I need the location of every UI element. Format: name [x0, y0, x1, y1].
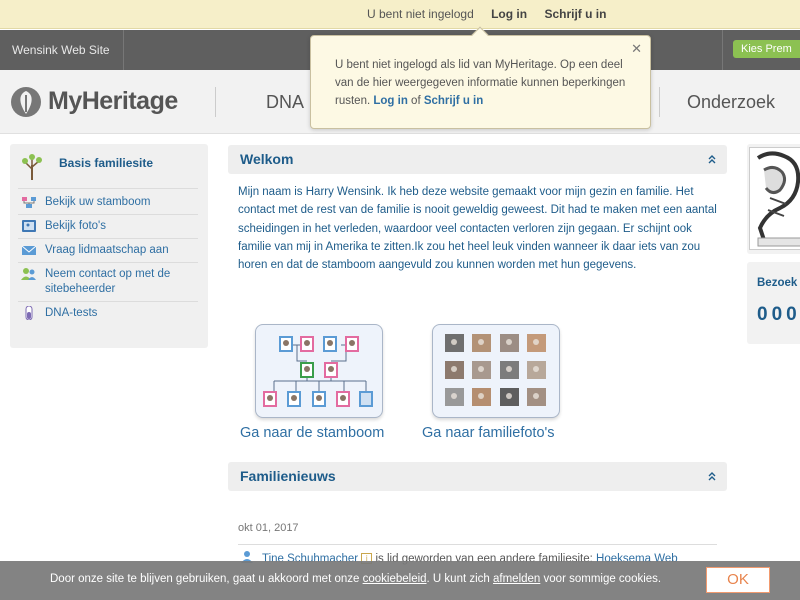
sidebar: Basis familiesite Bekijk uw stamboom Bek… [10, 144, 208, 348]
family-crest-box [747, 144, 800, 254]
welcome-text: Mijn naam is Harry Wensink. Ik heb deze … [238, 186, 717, 272]
cookie-message: Door onze site te blijven gebruiken, gaa… [50, 573, 661, 585]
divider [18, 301, 198, 302]
myheritage-logo[interactable]: MyHeritage [10, 86, 178, 118]
visitors-label: Bezoek [757, 277, 798, 289]
tree-icon [22, 154, 42, 180]
sidebar-item-label: Bekijk uw stamboom [45, 196, 151, 208]
popup-signup-link[interactable]: Schrijf u in [424, 95, 483, 107]
cookie-text: Door onze site te blijven gebruiken, gaa… [50, 573, 363, 585]
signup-link[interactable]: Schrijf u in [544, 7, 606, 21]
sidebar-item-label: Bekijk foto's [45, 220, 106, 232]
login-status: U bent niet ingelogd [367, 7, 474, 21]
collapse-icon[interactable] [706, 470, 718, 482]
site-name-link[interactable]: Wensink Web Site [0, 30, 124, 70]
myheritage-logo-icon [11, 87, 41, 117]
crest-icon [756, 151, 800, 247]
envelope-icon [21, 245, 37, 255]
divider [18, 188, 198, 189]
cookie-text: . U kunt zich [426, 573, 494, 585]
divider [18, 214, 198, 215]
family-tree-image [263, 336, 373, 407]
tree-link[interactable]: Ga naar de stamboom [240, 425, 384, 441]
sidebar-item-label: Vraag lidmaatschap aan [45, 244, 169, 256]
login-bar: U bent niet ingelogd Log in Schrijf u in [0, 0, 800, 29]
news-header[interactable]: Familienieuws [228, 462, 727, 491]
close-icon[interactable]: ✕ [631, 40, 642, 58]
sidebar-item-label: DNA-tests [45, 307, 98, 319]
logo-text: MyHeritage [48, 87, 178, 115]
divider [18, 262, 198, 263]
news-title: Familienieuws [240, 468, 336, 484]
popup-or: of [407, 95, 424, 107]
welcome-header[interactable]: Welkom [228, 145, 727, 174]
photos-icon [22, 220, 36, 232]
visitors-box: Bezoek 000 [747, 262, 800, 344]
welcome-title: Welkom [240, 151, 294, 167]
photos-link[interactable]: Ga naar familiefoto's [422, 425, 555, 441]
premium-button[interactable]: Kies Prem [733, 40, 800, 58]
login-link[interactable]: Log in [491, 7, 527, 21]
cookie-policy-link[interactable]: cookiebeleid [363, 573, 427, 585]
family-photos-image [445, 334, 546, 406]
cookie-bar: Door onze site te blijven gebruiken, gaa… [0, 561, 800, 600]
sidebar-item-label: Neem contact op met de sitebeheerder [45, 268, 171, 295]
header-divider [659, 87, 660, 117]
header-divider [215, 87, 216, 117]
not-logged-in-popup: ✕ U bent niet ingelogd als lid van MyHer… [310, 26, 651, 129]
contact-admin-icon [21, 268, 36, 280]
family-tree-thumbnail[interactable] [255, 324, 383, 418]
dna-tube-icon [25, 306, 33, 320]
family-photos-thumbnail[interactable] [432, 324, 560, 418]
sidebar-title: Basis familiesite [59, 156, 154, 170]
visitors-count: 000 [757, 304, 800, 325]
cookie-ok-button[interactable]: OK [706, 567, 770, 593]
family-tree-icon [22, 197, 36, 208]
collapse-icon[interactable] [706, 153, 718, 165]
nav-onderzoek[interactable]: Onderzoek [687, 92, 775, 113]
popup-login-link[interactable]: Log in [373, 95, 408, 107]
nav-dna[interactable]: DNA [266, 92, 304, 113]
divider [18, 238, 198, 239]
news-date: okt 01, 2017 [238, 522, 299, 534]
cookie-text: voor sommige cookies. [540, 573, 662, 585]
family-crest-image[interactable] [749, 147, 800, 250]
divider [238, 544, 717, 545]
premium-area: Kies Prem [722, 30, 800, 70]
opt-out-link[interactable]: afmelden [493, 573, 540, 585]
